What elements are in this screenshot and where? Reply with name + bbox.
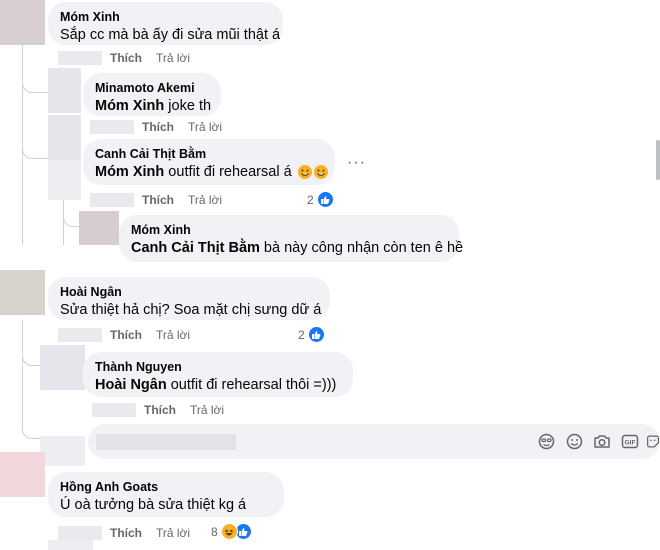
like-button[interactable]: Thích	[110, 526, 142, 540]
reply-button[interactable]: Trả lời	[156, 51, 190, 65]
reaction-summary[interactable]: 2	[298, 326, 325, 343]
like-button[interactable]: Thích	[142, 120, 174, 134]
comment-author[interactable]: Thành Nguyen	[95, 359, 341, 375]
composer-placeholder	[96, 434, 236, 450]
mention-link[interactable]: Hoài Ngân	[95, 377, 167, 393]
smile-emoji-icon	[297, 165, 312, 180]
reaction-summary[interactable]: 2	[307, 191, 334, 208]
thread-curve	[22, 410, 41, 439]
avatar[interactable]	[0, 452, 45, 497]
mention-link[interactable]: Canh Cải Thịt Bằm	[131, 240, 260, 256]
avatar[interactable]	[79, 211, 119, 245]
comment-text: Sắp cc mà bà ấy đi sửa mũi thật á	[60, 27, 281, 43]
thread-curve	[22, 60, 49, 93]
like-button[interactable]: Thích	[110, 328, 142, 342]
comment-actions: Thích Trả lời	[92, 403, 224, 417]
haha-emoji-icon	[220, 523, 238, 540]
comment-author[interactable]: Móm Xinh	[131, 222, 447, 238]
comment-text: Móm Xinh joke th	[95, 98, 212, 114]
comment-author[interactable]: Minamoto Akemi	[95, 80, 209, 96]
comment-bubble: Móm Xinh Sắp cc mà bà ấy đi sửa mũi thật…	[48, 2, 283, 45]
thread-curve	[22, 124, 49, 159]
reaction-count: 2	[307, 192, 314, 207]
emoji-icon[interactable]	[564, 431, 584, 451]
avatar[interactable]	[0, 270, 45, 315]
comment-author[interactable]: Canh Cải Thịt Bằm	[95, 146, 323, 162]
like-button[interactable]: Thích	[110, 51, 142, 65]
blurred-timestamp	[92, 403, 136, 417]
avatar[interactable]	[0, 0, 45, 45]
comment-bubble: Hoài Ngân Sửa thiệt hả chị? Soa mặt chị …	[48, 277, 330, 320]
like-button[interactable]: Thích	[142, 193, 174, 207]
reply-composer[interactable]: GIF	[88, 424, 660, 459]
comment-bubble: Hồng Anh Goats Ú oà tưởng bà sửa thiệt k…	[48, 472, 284, 517]
comment-text: Ú oà tưởng bà sửa thiệt kg á	[60, 497, 247, 513]
reply-button[interactable]: Trả lời	[190, 403, 224, 417]
reaction-count: 8	[211, 524, 218, 539]
comment-bubble: Móm Xinh Canh Cải Thịt Bằm bà này công n…	[119, 215, 464, 262]
avatar[interactable]	[48, 115, 81, 160]
avatar[interactable]	[48, 68, 81, 113]
blurred-timestamp	[90, 120, 134, 134]
reply-button[interactable]: Trả lời	[156, 526, 190, 540]
reaction-count: 2	[298, 327, 305, 342]
blurred-timestamp	[58, 51, 102, 65]
comment-bubble: Thành Nguyen Hoài Ngân outfit đi rehears…	[83, 352, 353, 397]
reply-button[interactable]: Trả lời	[156, 328, 190, 342]
avatar[interactable]	[40, 345, 85, 390]
comment-author[interactable]: Hoài Ngân	[60, 284, 318, 300]
avatar[interactable]	[48, 160, 81, 200]
comment-bubble: Minamoto Akemi Móm Xinh joke th	[83, 73, 221, 116]
avatar[interactable]	[40, 436, 85, 466]
comment-actions: Thích Trả lời	[90, 120, 222, 134]
comment-actions: Thích Trả lời	[58, 51, 190, 65]
mention-link[interactable]: Móm Xinh	[95, 164, 164, 180]
reaction-summary[interactable]: 8	[211, 523, 252, 540]
thread-curve	[22, 340, 41, 366]
comment-text: Móm Xinh outfit đi rehearsal á	[95, 163, 328, 182]
reply-button[interactable]: Trả lời	[188, 193, 222, 207]
thumbs-up-icon	[307, 326, 325, 343]
comment-author[interactable]: Móm Xinh	[60, 9, 271, 25]
comment-actions: Thích Trả lời	[58, 526, 190, 540]
like-button[interactable]: Thích	[144, 403, 176, 417]
svg-text:GIF: GIF	[625, 439, 636, 446]
comment-bubble: Canh Cải Thịt Bằm Móm Xinh outfit đi reh…	[83, 139, 335, 185]
scrollbar[interactable]	[656, 140, 660, 180]
avatar-frame-icon[interactable]	[536, 431, 556, 451]
camera-icon[interactable]	[592, 431, 612, 451]
avatar[interactable]	[48, 540, 93, 550]
more-options-button[interactable]: ···	[347, 154, 366, 172]
mention-link[interactable]: Móm Xinh	[95, 98, 164, 114]
blurred-timestamp	[58, 328, 102, 342]
blurred-timestamp	[90, 193, 134, 207]
comment-text: Canh Cải Thịt Bằm bà này công nhận còn t…	[131, 240, 464, 256]
gif-icon[interactable]: GIF	[620, 431, 640, 451]
comment-text: Sửa thiệt hả chị? Soa mặt chị sưng dữ á	[60, 302, 322, 318]
reply-button[interactable]: Trả lời	[188, 120, 222, 134]
comment-text: Hoài Ngân outfit đi rehearsal thôi =)))	[95, 377, 337, 393]
smile-emoji-icon	[313, 165, 328, 180]
comment-actions: Thích Trả lời	[58, 328, 190, 342]
comment-author[interactable]: Hồng Anh Goats	[60, 479, 272, 495]
thread-curve	[63, 210, 80, 227]
thumbs-up-icon	[316, 191, 334, 208]
sticker-icon[interactable]	[646, 431, 660, 451]
comment-actions: Thích Trả lời	[90, 193, 222, 207]
blurred-timestamp	[58, 526, 102, 540]
